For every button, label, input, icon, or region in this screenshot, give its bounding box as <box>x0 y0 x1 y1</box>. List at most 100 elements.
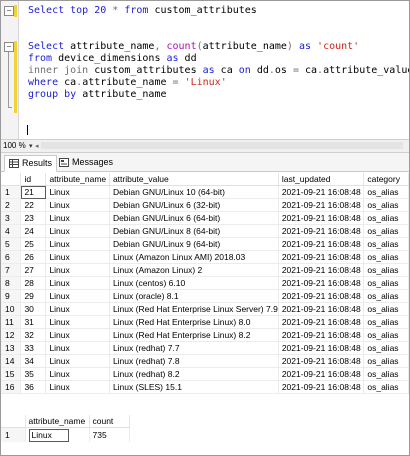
table-cell[interactable]: 735 <box>89 427 130 442</box>
table-row[interactable]: 2 22 Linux Debian GNU/Linux 6 (32-bit) 2021-… <box>1 198 409 212</box>
table-cell[interactable]: Linux <box>45 328 110 342</box>
table-cell[interactable]: Linux (SLES) 15.1 <box>109 380 279 394</box>
table-cell[interactable]: 36 <box>20 380 47 394</box>
table-cell[interactable]: Linux <box>45 263 110 277</box>
table-cell[interactable]: Linux <box>45 237 110 251</box>
tab-results[interactable]: Results <box>4 155 58 172</box>
table-cell[interactable]: os_alias <box>363 237 409 251</box>
table-row[interactable]: 11 31 Linux Linux (Red Hat Enterprise Linux… <box>1 315 409 329</box>
row-number[interactable]: 6 <box>1 250 22 264</box>
table-cell[interactable]: Linux <box>45 367 110 381</box>
table-cell[interactable]: Linux <box>45 250 110 264</box>
zoom-level[interactable]: 100 % <box>3 140 26 152</box>
table-cell[interactable]: 22 <box>20 198 47 212</box>
table-cell[interactable]: 2021-09-21 16:08:48 <box>278 367 365 381</box>
table-row[interactable]: 3 23 Linux Debian GNU/Linux 6 (64-bit) 2021-… <box>1 211 409 225</box>
table-cell[interactable]: 35 <box>20 367 47 381</box>
table-cell[interactable]: Debian GNU/Linux 6 (64-bit) <box>109 211 279 225</box>
code-line[interactable]: where ca.attribute_name = 'Linux' <box>28 77 227 89</box>
table-cell[interactable]: Debian GNU/Linux 8 (64-bit) <box>109 224 279 238</box>
table-cell[interactable]: Linux <box>45 198 110 212</box>
table-row[interactable]: 5 25 Linux Debian GNU/Linux 9 (64-bit) 2021-… <box>1 237 409 251</box>
table-cell[interactable]: os_alias <box>363 263 409 277</box>
column-header[interactable] <box>1 415 26 428</box>
table-cell[interactable]: 2021-09-21 16:08:48 <box>278 198 365 212</box>
row-number[interactable]: 14 <box>1 354 22 368</box>
table-cell[interactable]: 2021-09-21 16:08:48 <box>278 380 365 394</box>
code-line[interactable]: inner join custom_attributes as ca on dd… <box>28 65 409 77</box>
row-number[interactable]: 16 <box>1 380 22 394</box>
row-number[interactable]: 4 <box>1 224 22 238</box>
table-cell[interactable]: os_alias <box>363 315 409 329</box>
table-cell[interactable]: os_alias <box>363 380 409 394</box>
table-cell[interactable]: Linux (Red Hat Enterprise Linux) 8.0 <box>109 315 279 329</box>
collapse-icon[interactable]: − <box>4 6 14 16</box>
table-cell[interactable]: os_alias <box>363 354 409 368</box>
table-cell[interactable]: Linux <box>45 380 110 394</box>
column-header[interactable]: id <box>20 173 47 186</box>
table-cell[interactable]: 2021-09-21 16:08:48 <box>278 289 365 303</box>
code-line[interactable]: Select attribute_name, count(attribute_n… <box>28 41 359 53</box>
column-header[interactable]: count <box>89 415 130 428</box>
chevron-down-icon[interactable]: ▾ <box>29 140 33 152</box>
column-header[interactable]: attribute_name <box>25 415 90 428</box>
table-cell[interactable]: os_alias <box>363 198 409 212</box>
table-row[interactable]: 1 Linux 735 <box>1 427 130 442</box>
table-cell[interactable]: 25 <box>20 237 47 251</box>
table-cell[interactable]: Linux <box>45 341 110 355</box>
horizontal-scrollbar[interactable] <box>41 142 403 149</box>
table-cell[interactable]: 2021-09-21 16:08:48 <box>278 328 365 342</box>
row-number[interactable]: 10 <box>1 302 22 316</box>
table-cell[interactable]: Linux <box>45 211 110 225</box>
table-row[interactable]: 14 34 Linux Linux (redhat) 7.8 2021-09-21 16… <box>1 354 409 368</box>
table-cell[interactable]: Debian GNU/Linux 6 (32-bit) <box>109 198 279 212</box>
table-cell[interactable]: Linux <box>25 427 90 442</box>
table-cell[interactable]: Linux (redhat) 7.8 <box>109 354 279 368</box>
table-cell[interactable]: 21 <box>20 185 47 199</box>
row-number[interactable]: 12 <box>1 328 22 342</box>
code-line[interactable]: group by attribute_name <box>28 89 166 101</box>
table-cell[interactable]: Linux <box>45 185 110 199</box>
table-cell[interactable]: os_alias <box>363 185 409 199</box>
table-cell[interactable]: 2021-09-21 16:08:48 <box>278 185 365 199</box>
table-cell[interactable]: os_alias <box>363 276 409 290</box>
row-number[interactable]: 1 <box>1 185 22 199</box>
table-cell[interactable]: Linux <box>45 354 110 368</box>
table-cell[interactable]: 34 <box>20 354 47 368</box>
row-number[interactable]: 7 <box>1 263 22 277</box>
table-cell[interactable]: Linux <box>45 302 110 316</box>
table-cell[interactable]: os_alias <box>363 289 409 303</box>
table-row[interactable]: 4 24 Linux Debian GNU/Linux 8 (64-bit) 2021-… <box>1 224 409 238</box>
table-row[interactable]: 15 35 Linux Linux (redhat) 8.2 2021-09-21 16… <box>1 367 409 381</box>
row-number[interactable]: 5 <box>1 237 22 251</box>
table-cell[interactable]: 31 <box>20 315 47 329</box>
code-line[interactable]: from device_dimensions as dd <box>28 53 197 65</box>
row-number[interactable]: 13 <box>1 341 22 355</box>
row-number[interactable]: 2 <box>1 198 22 212</box>
table-cell[interactable]: 2021-09-21 16:08:48 <box>278 354 365 368</box>
table-cell[interactable]: 27 <box>20 263 47 277</box>
table-cell[interactable]: 29 <box>20 289 47 303</box>
row-number[interactable]: 11 <box>1 315 22 329</box>
table-cell[interactable]: 2021-09-21 16:08:48 <box>278 341 365 355</box>
table-row[interactable]: 9 29 Linux Linux (oracle) 8.1 2021-09-21 16:… <box>1 289 409 303</box>
column-header[interactable]: attribute_name <box>45 173 110 186</box>
table-cell[interactable]: 2021-09-21 16:08:48 <box>278 237 365 251</box>
column-header[interactable]: category <box>363 173 409 186</box>
table-cell[interactable]: Linux <box>45 224 110 238</box>
table-cell[interactable]: os_alias <box>363 367 409 381</box>
collapse-icon[interactable]: − <box>4 42 14 52</box>
table-row[interactable]: 10 30 Linux Linux (Red Hat Enterprise Linux… <box>1 302 409 316</box>
scroll-left-icon[interactable]: ◂ <box>35 140 39 152</box>
table-cell[interactable]: Linux <box>45 315 110 329</box>
row-number[interactable]: 9 <box>1 289 22 303</box>
table-cell[interactable]: Linux (redhat) 7.7 <box>109 341 279 355</box>
table-cell[interactable]: Linux (Red Hat Enterprise Linux) 8.2 <box>109 328 279 342</box>
table-cell[interactable]: Linux (Amazon Linux AMI) 2018.03 <box>109 250 279 264</box>
table-row[interactable]: 16 36 Linux Linux (SLES) 15.1 2021-09-21 16:… <box>1 380 409 394</box>
table-cell[interactable]: Linux (redhat) 8.2 <box>109 367 279 381</box>
table-cell[interactable]: 32 <box>20 328 47 342</box>
table-cell[interactable]: 2021-09-21 16:08:48 <box>278 250 365 264</box>
row-number[interactable]: 15 <box>1 367 22 381</box>
query-editor[interactable]: − − Select top 20 * from custom_attribut… <box>1 1 409 139</box>
